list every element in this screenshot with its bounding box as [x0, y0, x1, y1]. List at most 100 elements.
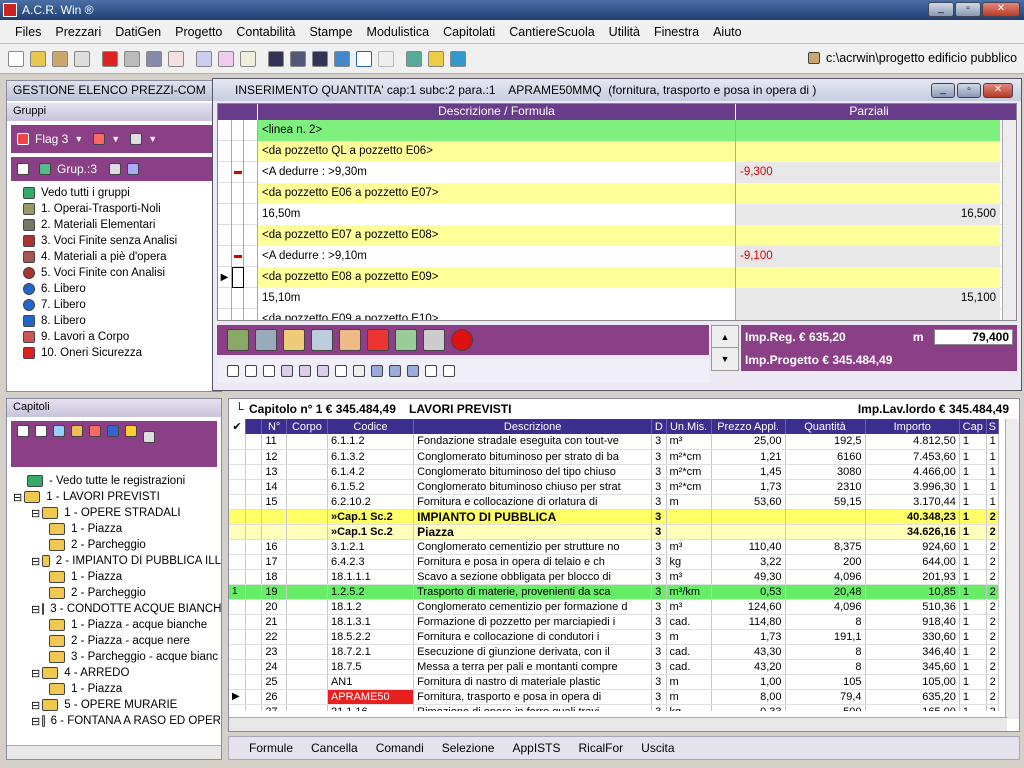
table-row[interactable]: 14 6.1.5.2 Conglomerato bituminoso chiuso … — [229, 479, 1000, 495]
dialog-maximize-button[interactable]: ▫ — [957, 83, 981, 98]
row-selector[interactable] — [229, 614, 246, 630]
checkbox-icon[interactable] — [17, 163, 29, 175]
menu-item-aiuto[interactable]: Aiuto — [706, 25, 749, 39]
globe-icon[interactable] — [334, 50, 350, 67]
tree-node[interactable]: 3 - Parcheggio - acque bianc — [13, 649, 221, 665]
redo-icon[interactable] — [353, 365, 365, 377]
formula-description[interactable]: 15,10m — [258, 287, 736, 309]
menu-item-finestra[interactable]: Finestra — [647, 25, 706, 39]
column-header[interactable]: D — [651, 419, 667, 434]
command-cancella[interactable]: Cancella — [311, 741, 358, 755]
menu-item-prezzari[interactable]: Prezzari — [48, 25, 108, 39]
cell-code[interactable]: 6.1.5.2 — [327, 479, 415, 495]
formula-icon[interactable] — [395, 329, 417, 351]
notes-icon[interactable] — [283, 329, 305, 351]
calendar-icon[interactable] — [168, 50, 184, 67]
gruppi-item[interactable]: 10. Oneri Sicurezza — [23, 345, 221, 361]
tree-node[interactable]: 2 - Parcheggio — [13, 537, 221, 553]
row-selector[interactable] — [229, 494, 246, 510]
spin-control[interactable]: ▲ ▼ — [711, 325, 739, 371]
expand-toggle-icon[interactable]: ⊟ — [31, 715, 40, 728]
row-selector[interactable] — [218, 245, 232, 267]
row-selector[interactable] — [218, 161, 232, 183]
table-row[interactable]: 20 18.1.2 Conglomerato cementizio per form… — [229, 599, 1000, 615]
mail-icon[interactable] — [240, 50, 256, 67]
tree-node[interactable]: ⊟ 1 - OPERE STRADALI — [13, 505, 221, 521]
column-header[interactable]: Corpo — [286, 419, 328, 434]
exit-door-icon[interactable] — [227, 329, 249, 351]
formula-row[interactable]: <da pozzetto E09 a pozzetto E10> — [218, 308, 1016, 320]
command-ricalfor[interactable]: RicalFor — [579, 741, 624, 755]
tree-node[interactable]: 1 - Piazza — [13, 681, 221, 697]
tree-node[interactable]: ⊟ 3 - CONDOTTE ACQUE BIANCH — [13, 601, 221, 617]
formula-description[interactable]: <da pozzetto E09 a pozzetto E10> — [258, 308, 736, 320]
cell-code[interactable]: 6.2.10.2 — [327, 494, 415, 510]
row-selector[interactable]: ▶ — [229, 689, 246, 705]
row-selector[interactable] — [229, 434, 246, 450]
formula-row[interactable]: <da pozzetto E07 a pozzetto E08> — [218, 224, 1016, 246]
formula-description[interactable]: 16,50m — [258, 203, 736, 225]
row-selector[interactable]: 1 — [229, 584, 246, 600]
cell-code[interactable]: »Cap.1 Sc.2 — [327, 524, 415, 540]
menu-item-utilità[interactable]: Utilità — [602, 25, 647, 39]
table-row[interactable]: 25 AN1 Fornitura di nastro di materiale pl… — [229, 674, 1000, 690]
menu-item-contabilità[interactable]: Contabilità — [229, 25, 302, 39]
row-selector[interactable] — [229, 704, 246, 711]
table-row[interactable]: 17 6.4.2.3 Fornitura e posa in opera di te… — [229, 554, 1000, 570]
grid-hscroll[interactable] — [229, 717, 1007, 731]
chevron-down-icon[interactable]: ▼ — [74, 134, 83, 144]
table-row[interactable]: 18 18.1.1.1 Scavo a sezione obbligata per … — [229, 569, 1000, 585]
filter-icon[interactable] — [93, 133, 106, 145]
pencil-cross-icon[interactable] — [290, 50, 306, 67]
formula-row[interactable]: 15,10m 15,100 — [218, 287, 1016, 309]
zoom-out-icon[interactable] — [443, 365, 455, 377]
font-icon[interactable] — [371, 365, 383, 377]
expand-toggle-icon[interactable]: ⊟ — [31, 667, 40, 680]
close-button[interactable]: ✕ — [982, 2, 1020, 17]
menu-item-datigen[interactable]: DatiGen — [108, 25, 168, 39]
command-formule[interactable]: Formule — [249, 741, 293, 755]
note-icon[interactable] — [428, 50, 444, 67]
gruppi-item[interactable]: 5. Voci Finite con Analisi — [23, 265, 221, 281]
row-selector[interactable] — [229, 629, 246, 645]
group-icon[interactable] — [39, 163, 51, 175]
formula-description[interactable]: <da pozzetto E07 a pozzetto E08> — [258, 224, 736, 246]
blank-icon[interactable] — [109, 163, 122, 175]
row-selector[interactable] — [229, 554, 246, 570]
cross-icon[interactable] — [312, 50, 328, 67]
table-row[interactable]: 22 18.5.2.2 Fornitura e collocazione di co… — [229, 629, 1000, 645]
calculator-icon[interactable] — [255, 329, 277, 351]
row-selector[interactable] — [218, 140, 232, 162]
row-selector[interactable] — [229, 659, 246, 675]
gruppi-item[interactable]: 9. Lavori a Corpo — [23, 329, 221, 345]
zoom-in-icon[interactable] — [425, 365, 437, 377]
brush-icon[interactable] — [299, 365, 311, 377]
undo-icon[interactable] — [356, 50, 372, 67]
spin-down-icon[interactable]: ▼ — [712, 348, 738, 370]
format-icon[interactable] — [281, 365, 293, 377]
paste-icon[interactable] — [263, 365, 275, 377]
minimize-button[interactable]: _ — [928, 2, 954, 17]
column-header[interactable]: S — [986, 419, 1000, 434]
column-header[interactable]: Un.Mis. — [666, 419, 712, 434]
table-row[interactable]: 1 19 1.2.5.2 Trasporto di materie, provenie… — [229, 584, 1000, 600]
table-row[interactable]: ▶ 26 APRAME50 Fornitura, trasporto e posa i… — [229, 689, 1000, 705]
sheet-icon[interactable] — [406, 50, 422, 67]
chart-icon[interactable] — [218, 50, 234, 67]
row-selector[interactable]: ▶ — [218, 266, 232, 288]
flag-icon[interactable] — [17, 133, 29, 145]
indent-icon[interactable] — [389, 365, 401, 377]
copy-icon[interactable] — [245, 365, 257, 377]
formula-row[interactable]: <A dedurre : >9,10m -9,100 — [218, 245, 1016, 267]
command-appists[interactable]: AppISTS — [512, 741, 560, 755]
formula-description[interactable]: <A dedurre : >9,10m — [258, 245, 736, 267]
row-selector[interactable] — [218, 203, 232, 225]
cut-icon[interactable] — [227, 365, 239, 377]
folder-icon[interactable] — [71, 425, 83, 437]
chevron-down-icon[interactable]: ▼ — [111, 134, 120, 144]
tree-node[interactable]: ⊟ 4 - ARREDO — [13, 665, 221, 681]
list-icon[interactable] — [127, 163, 140, 175]
page-icon[interactable] — [35, 425, 47, 437]
formula-description[interactable]: <A dedurre : >9,30m — [258, 161, 736, 183]
outdent-icon[interactable] — [407, 365, 419, 377]
